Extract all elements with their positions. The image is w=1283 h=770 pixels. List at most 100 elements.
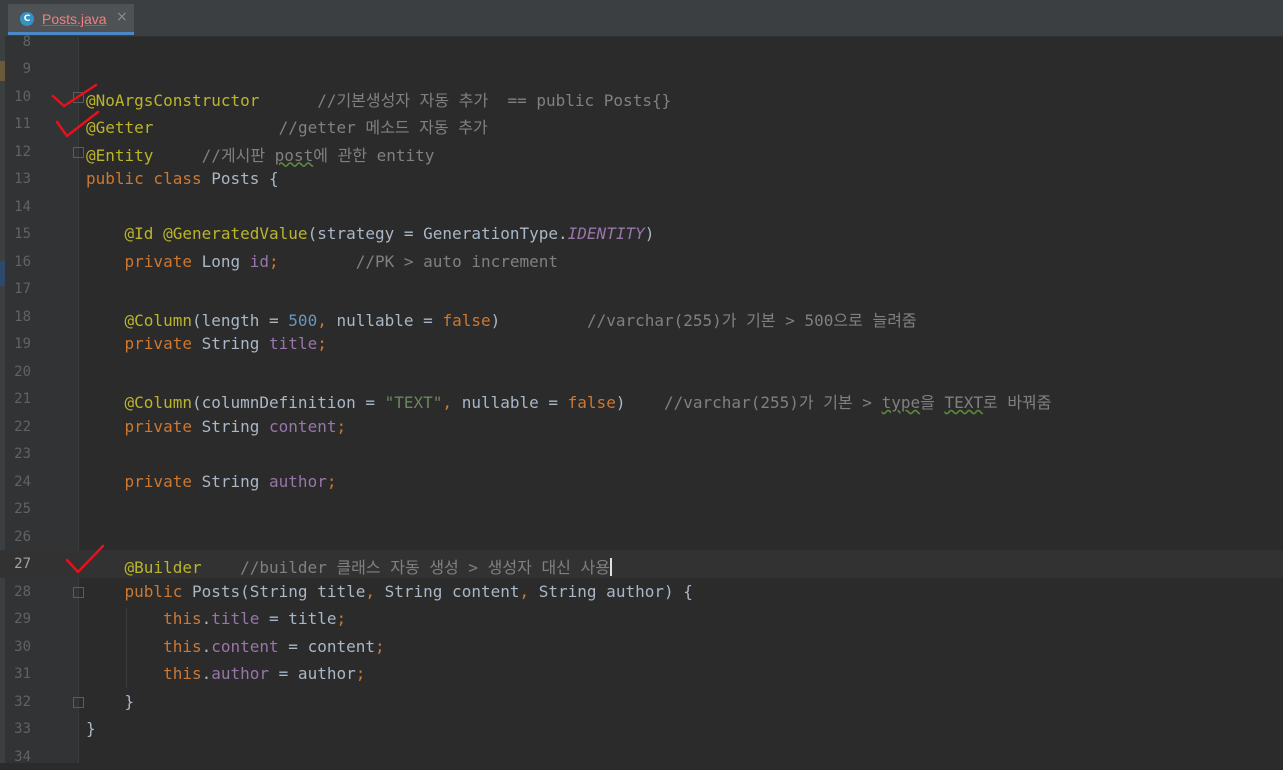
code-token — [500, 311, 587, 330]
code-token — [259, 91, 317, 110]
code-line[interactable]: 31 this.author = author; — [0, 660, 1283, 688]
code-token: title — [269, 334, 317, 353]
code-token: post — [275, 146, 314, 165]
code-token: false — [442, 311, 490, 330]
code-line[interactable]: 13 public class Posts { — [0, 165, 1283, 193]
code-token: @NoArgsConstructor — [86, 91, 259, 110]
code-text[interactable]: } — [86, 692, 134, 711]
code-token: //게시판 — [202, 146, 275, 165]
code-line[interactable]: 18 @Column(length = 500, nullable = fals… — [0, 303, 1283, 331]
code-token: IDENTITY — [568, 224, 645, 243]
code-line[interactable]: 21 @Column(columnDefinition = "TEXT", nu… — [0, 385, 1283, 413]
code-token: @Builder — [125, 558, 202, 577]
code-token — [86, 582, 125, 601]
code-line[interactable]: 11@Getter //getter 메소드 자동 추가 — [0, 110, 1283, 138]
code-text[interactable]: @Id @GeneratedValue(strategy = Generatio… — [86, 224, 654, 243]
code-token — [202, 558, 241, 577]
code-line[interactable]: 9 — [0, 55, 1283, 83]
code-token: @Column — [125, 311, 192, 330]
code-token — [279, 252, 356, 271]
code-line[interactable]: 25 — [0, 495, 1283, 523]
code-line[interactable]: 26 — [0, 523, 1283, 551]
code-token: String — [202, 334, 269, 353]
code-line[interactable]: 14 — [0, 193, 1283, 221]
fold-icon[interactable] — [73, 697, 84, 708]
code-token — [86, 609, 163, 628]
code-token: nullable = — [336, 311, 442, 330]
code-line[interactable]: 27 @Builder //builder 클래스 자동 생성 > 생성자 대신… — [0, 550, 1283, 578]
code-text[interactable]: private Long id; //PK > auto increment — [86, 252, 558, 271]
code-token: title — [211, 609, 259, 628]
code-line[interactable]: 28 public Posts(String title, String con… — [0, 578, 1283, 606]
line-number: 31 — [0, 666, 31, 682]
code-text[interactable]: public Posts(String title, String conten… — [86, 582, 693, 601]
code-line[interactable]: 10@NoArgsConstructor //기본생성자 자동 추가 == pu… — [0, 83, 1283, 111]
code-token: 로 바꿔줌 — [983, 393, 1052, 412]
code-token: (length = — [192, 311, 288, 330]
code-line[interactable]: 23 — [0, 440, 1283, 468]
code-text[interactable]: public class Posts { — [86, 169, 279, 188]
fold-icon[interactable] — [73, 587, 84, 598]
code-line[interactable]: 20 — [0, 358, 1283, 386]
code-line[interactable]: 8 — [0, 28, 1283, 56]
code-text[interactable]: } — [86, 719, 96, 738]
code-line[interactable]: 17 — [0, 275, 1283, 303]
code-token: , — [365, 582, 384, 601]
line-number: 25 — [0, 501, 31, 517]
line-number: 30 — [0, 639, 31, 655]
code-token: Posts(String title — [192, 582, 365, 601]
code-token — [153, 146, 201, 165]
code-token: . — [202, 609, 212, 628]
line-number: 23 — [0, 446, 31, 462]
code-line[interactable]: 29 this.title = title; — [0, 605, 1283, 633]
code-line[interactable]: 34 — [0, 743, 1283, 770]
fold-icon[interactable] — [73, 147, 84, 158]
line-number: 14 — [0, 199, 31, 215]
line-number: 34 — [0, 749, 31, 765]
code-token: public — [125, 582, 192, 601]
code-token: (columnDefinition = — [192, 393, 385, 412]
code-text[interactable]: private String author; — [86, 472, 336, 491]
code-line[interactable]: 30 this.content = content; — [0, 633, 1283, 661]
code-token: private — [125, 252, 202, 271]
code-line[interactable]: 33} — [0, 715, 1283, 743]
code-text[interactable]: @Builder //builder 클래스 자동 생성 > 생성자 대신 사용 — [86, 554, 612, 578]
code-text[interactable]: @Column(columnDefinition = "TEXT", nulla… — [86, 389, 1052, 413]
code-token: public class — [86, 169, 211, 188]
code-token: Long — [202, 252, 250, 271]
code-token: type — [882, 393, 921, 412]
code-token: ) — [491, 311, 501, 330]
code-line[interactable]: 19 private String title; — [0, 330, 1283, 358]
code-token — [153, 118, 278, 137]
code-text[interactable]: private String content; — [86, 417, 346, 436]
code-token: this — [163, 637, 202, 656]
code-token: content — [211, 637, 278, 656]
code-token — [86, 334, 125, 353]
code-token: author — [269, 472, 327, 491]
code-line[interactable]: 16 private Long id; //PK > auto incremen… — [0, 248, 1283, 276]
line-number: 28 — [0, 584, 31, 600]
code-text[interactable]: this.content = content; — [86, 637, 385, 656]
code-line[interactable]: 22 private String content; — [0, 413, 1283, 441]
close-icon[interactable]: × — [116, 9, 128, 25]
line-number: 21 — [0, 391, 31, 407]
code-text[interactable]: this.author = author; — [86, 664, 365, 683]
code-text[interactable]: @Column(length = 500, nullable = false) … — [86, 307, 917, 331]
code-line[interactable]: 12@Entity //게시판 post에 관한 entity — [0, 138, 1283, 166]
line-number: 26 — [0, 529, 31, 545]
tab-label[interactable]: Posts.java — [42, 11, 107, 27]
code-token: String — [202, 417, 269, 436]
line-number: 29 — [0, 611, 31, 627]
code-token — [86, 311, 125, 330]
code-line[interactable]: 24 private String author; — [0, 468, 1283, 496]
code-text[interactable]: @Getter //getter 메소드 자동 추가 — [86, 114, 488, 138]
line-number: 13 — [0, 171, 31, 187]
code-line[interactable]: 15 @Id @GeneratedValue(strategy = Genera… — [0, 220, 1283, 248]
code-text[interactable]: @NoArgsConstructor //기본생성자 자동 추가 == publ… — [86, 87, 671, 111]
code-text[interactable]: private String title; — [86, 334, 327, 353]
code-line[interactable]: 32 } — [0, 688, 1283, 716]
code-token: ) — [645, 224, 655, 243]
code-token: nullable = — [462, 393, 568, 412]
line-number: 24 — [0, 474, 31, 490]
code-text[interactable]: @Entity //게시판 post에 관한 entity — [86, 142, 434, 166]
